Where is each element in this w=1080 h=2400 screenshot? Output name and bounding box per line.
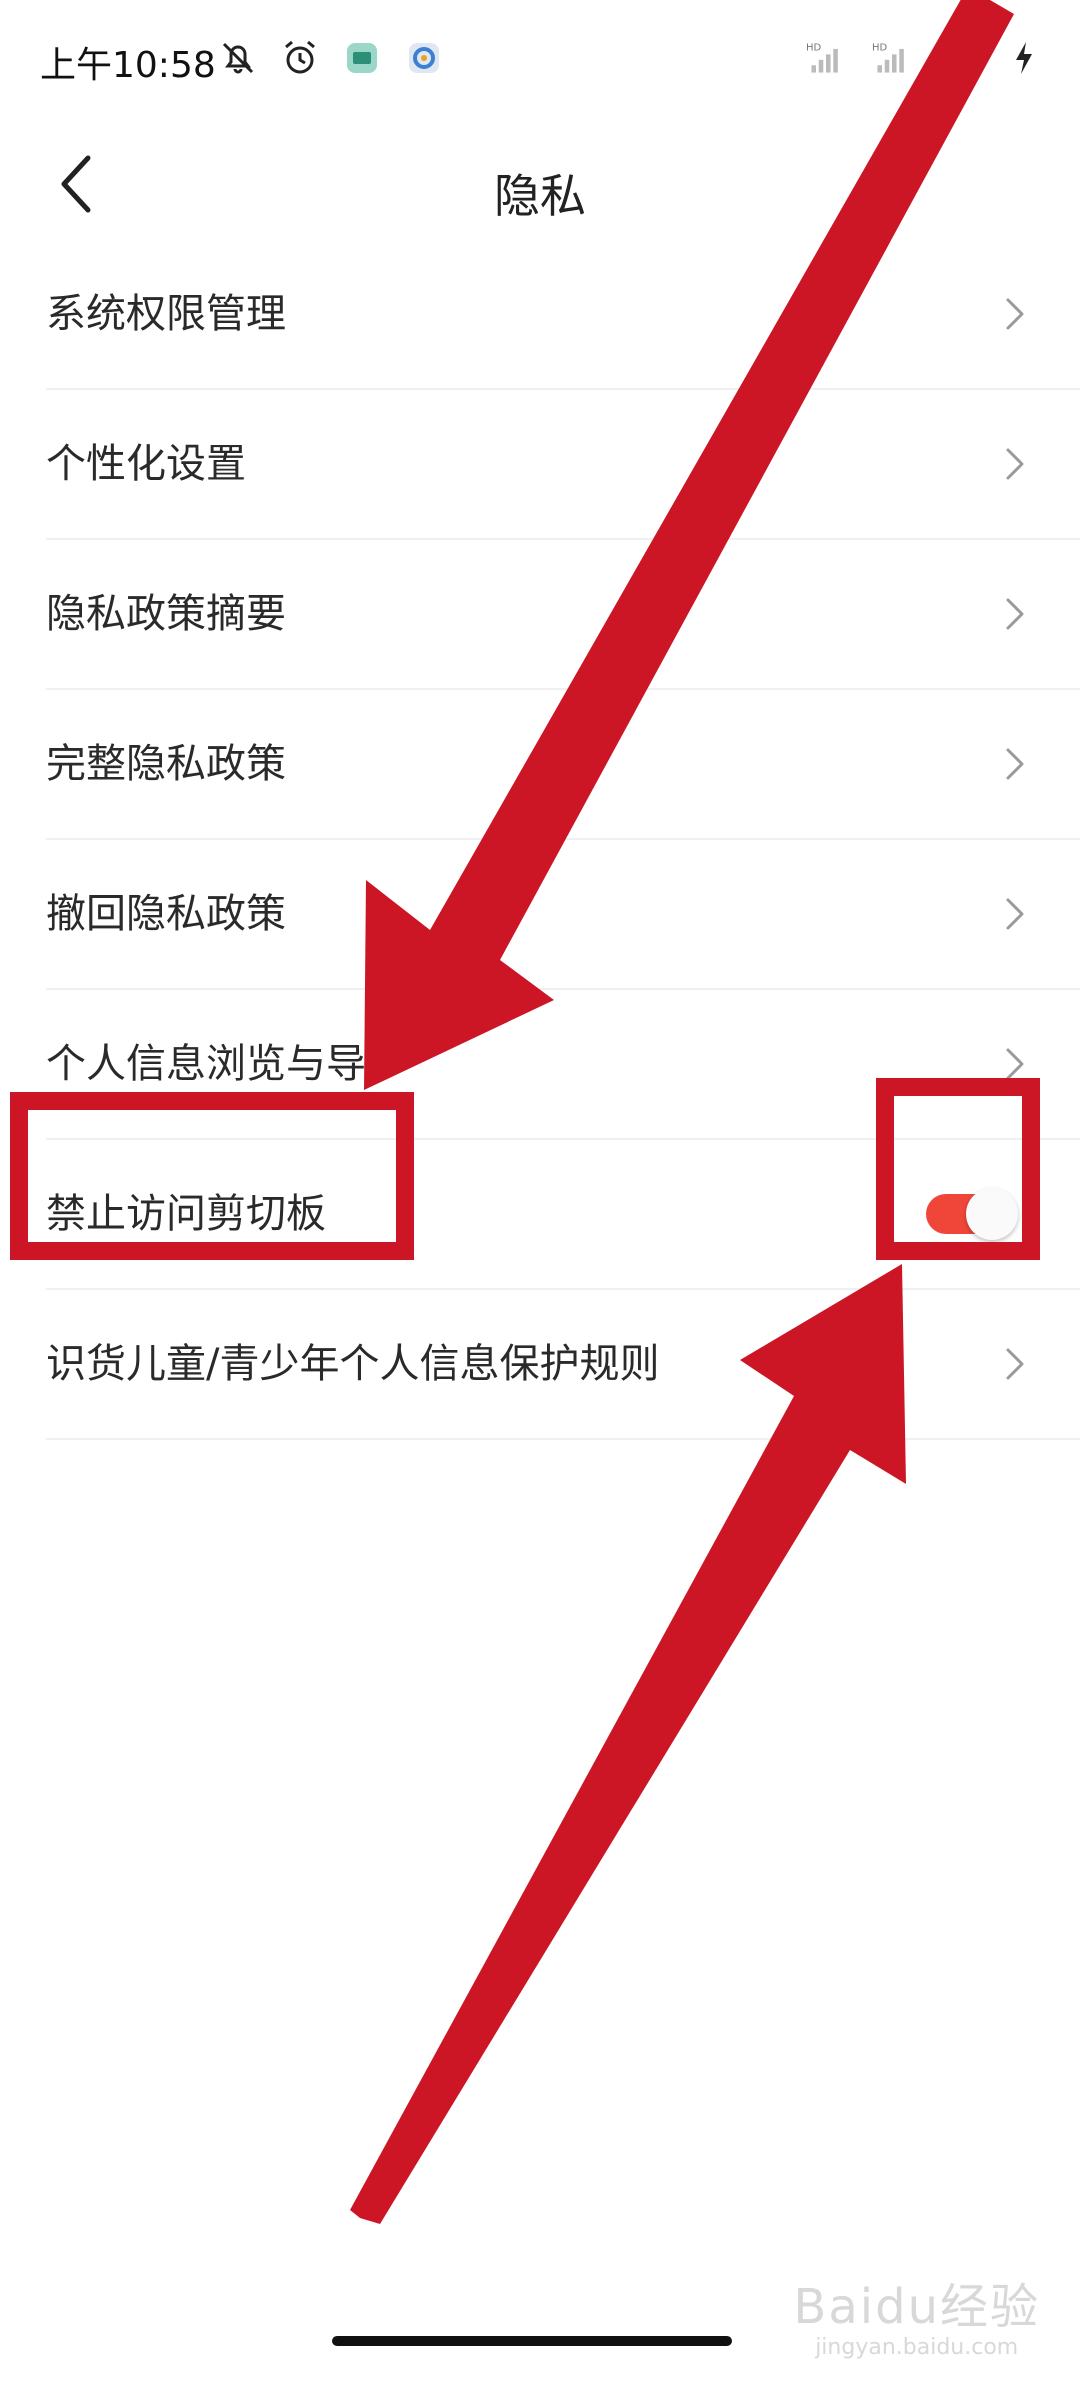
menu-item-label: 识货儿童/青少年个人信息保护规则	[46, 1341, 660, 1387]
menu-item-children-protection-rules[interactable]: 识货儿童/青少年个人信息保护规则	[46, 1290, 1080, 1440]
annotation-highlight-label	[10, 1092, 414, 1260]
menu-item-label: 撤回隐私政策	[46, 891, 286, 937]
menu-item-personalization[interactable]: 个性化设置	[46, 390, 1080, 540]
privacy-menu-list: 系统权限管理 个性化设置 隐私政策摘要 完整隐私政策 撤回隐私政策 个人信息浏览…	[0, 240, 1080, 1440]
page-header: 隐私	[0, 120, 1080, 260]
chevron-right-icon	[1006, 898, 1024, 930]
menu-item-full-privacy-policy[interactable]: 完整隐私政策	[46, 690, 1080, 840]
menu-item-label: 系统权限管理	[46, 291, 286, 337]
menu-item-label: 隐私政策摘要	[46, 591, 286, 637]
alarm-icon	[280, 38, 320, 78]
menu-item-system-permissions[interactable]: 系统权限管理	[46, 240, 1080, 390]
status-icons-left	[218, 38, 444, 78]
chevron-right-icon	[1006, 748, 1024, 780]
status-bar: 上午10:58 HD HD	[0, 0, 1080, 120]
svg-text:HD: HD	[806, 43, 822, 54]
menu-item-label: 个性化设置	[46, 441, 246, 487]
app-notification-icon	[404, 38, 444, 78]
chevron-right-icon	[1006, 448, 1024, 480]
chevron-right-icon	[1006, 298, 1024, 330]
annotation-highlight-toggle	[876, 1078, 1040, 1260]
status-time: 上午10:58	[40, 45, 216, 86]
home-indicator[interactable]	[332, 2336, 732, 2346]
battery-charging-icon	[1004, 38, 1044, 78]
wifi-icon	[938, 38, 978, 78]
signal-hd-icon: HD	[872, 38, 912, 78]
baidu-watermark: Baidu经验 jingyan.baidu.com	[793, 2267, 1040, 2360]
status-icons-right: HD HD	[806, 38, 1044, 78]
bell-off-icon	[218, 38, 258, 78]
menu-item-privacy-summary[interactable]: 隐私政策摘要	[46, 540, 1080, 690]
page-title: 隐私	[494, 169, 586, 223]
watermark-main: Baidu经验	[793, 2279, 1040, 2335]
chevron-right-icon	[1006, 598, 1024, 630]
signal-hd-icon: HD	[806, 38, 846, 78]
watermark-sub: jingyan.baidu.com	[815, 2335, 1019, 2360]
svg-text:HD: HD	[872, 43, 888, 54]
menu-item-label: 完整隐私政策	[46, 741, 286, 787]
menu-item-withdraw-privacy-policy[interactable]: 撤回隐私政策	[46, 840, 1080, 990]
chevron-right-icon	[1006, 1348, 1024, 1380]
app-notification-icon	[342, 38, 382, 78]
